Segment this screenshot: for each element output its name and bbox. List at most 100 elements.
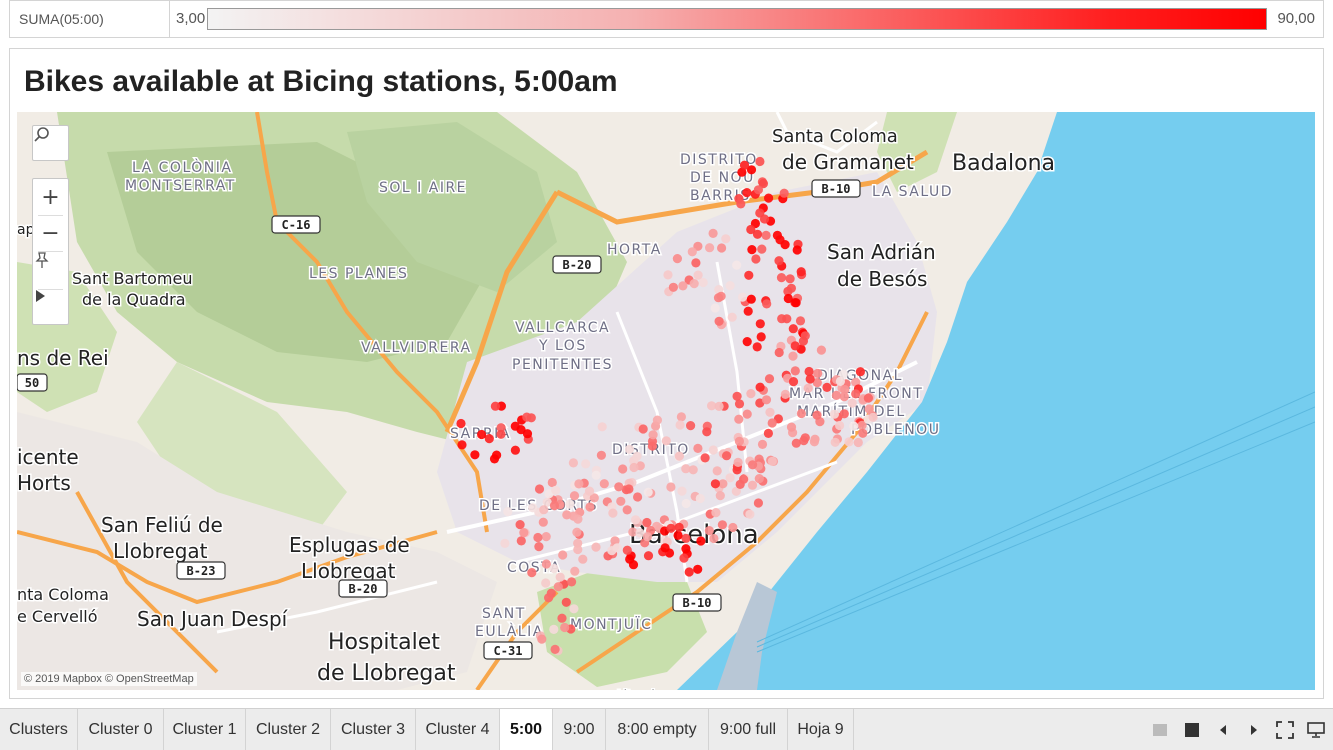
station-marker[interactable] [747,245,757,255]
station-marker[interactable] [835,376,846,386]
station-marker[interactable] [712,466,722,476]
station-marker[interactable] [629,462,639,473]
station-marker[interactable] [705,243,715,253]
station-marker[interactable] [625,554,635,564]
station-marker[interactable] [775,235,785,245]
station-marker[interactable] [693,270,703,280]
station-marker[interactable] [764,193,774,203]
station-marker[interactable] [855,367,866,377]
station-marker[interactable] [663,270,673,280]
station-marker[interactable] [717,243,727,253]
station-marker[interactable] [767,418,777,428]
station-marker[interactable] [538,517,548,527]
station-marker[interactable] [868,412,878,422]
station-marker[interactable] [858,428,868,438]
station-marker[interactable] [549,501,560,511]
station-marker[interactable] [829,409,840,419]
station-marker[interactable] [863,393,874,403]
station-marker[interactable] [743,306,753,316]
expand-toolbar-button[interactable] [33,289,68,325]
station-marker[interactable] [522,412,532,422]
next-icon[interactable] [1244,720,1264,740]
station-marker[interactable] [534,484,545,494]
station-marker[interactable] [652,415,663,425]
station-marker[interactable] [732,260,742,270]
station-marker[interactable] [761,395,772,405]
station-marker[interactable] [457,440,467,450]
station-marker[interactable] [736,199,746,209]
station-marker[interactable] [622,545,632,555]
station-marker[interactable] [568,458,579,468]
tab-cluster-2[interactable]: Cluster 2 [246,709,331,750]
station-marker[interactable] [714,401,724,411]
station-marker[interactable] [790,341,800,351]
station-marker[interactable] [757,244,767,254]
station-marker[interactable] [748,460,758,470]
station-marker[interactable] [791,298,801,308]
station-marker[interactable] [693,564,703,574]
station-marker[interactable] [763,428,774,438]
tab-cluster-4[interactable]: Cluster 4 [416,709,500,750]
station-marker[interactable] [555,572,565,582]
prev-icon[interactable] [1213,720,1233,740]
station-marker[interactable] [527,568,537,578]
station-marker[interactable] [616,496,626,506]
tab-5-00[interactable]: 5:00 [500,709,553,750]
station-marker[interactable] [672,254,683,264]
station-marker[interactable] [754,474,764,484]
station-marker[interactable] [822,382,832,392]
station-marker[interactable] [704,526,714,536]
station-marker[interactable] [687,247,697,257]
map-canvas[interactable]: Santa Colomade Gramanet BadalonaDISTRITOD… [17,112,1315,690]
tab-9-00-full[interactable]: 9:00 full [709,709,788,750]
station-marker[interactable] [456,418,466,429]
station-marker[interactable] [851,389,861,399]
station-marker[interactable] [713,293,724,303]
station-marker[interactable] [739,474,749,484]
station-marker[interactable] [788,324,798,334]
station-marker[interactable] [849,421,859,431]
station-marker[interactable] [549,624,559,635]
station-marker[interactable] [500,538,510,548]
station-marker[interactable] [812,410,822,420]
station-marker[interactable] [792,245,802,255]
station-marker[interactable] [541,532,551,542]
station-marker[interactable] [528,503,538,513]
station-marker[interactable] [725,281,735,291]
station-marker[interactable] [560,622,570,633]
station-marker[interactable] [751,254,761,264]
station-marker[interactable] [632,451,642,461]
station-marker[interactable] [734,414,744,424]
station-marker[interactable] [691,258,701,268]
station-marker[interactable] [578,554,588,564]
station-marker[interactable] [666,523,676,533]
station-marker[interactable] [756,332,766,342]
station-marker[interactable] [489,454,500,464]
station-marker[interactable] [745,509,755,519]
station-marker[interactable] [709,533,719,544]
station-marker[interactable] [795,316,806,326]
station-marker[interactable] [539,505,549,515]
station-marker[interactable] [597,422,607,432]
station-marker[interactable] [693,443,703,453]
station-marker[interactable] [783,293,793,304]
tab-9-00[interactable]: 9:00 [553,709,606,750]
pin-map-button[interactable] [33,251,68,287]
station-marker[interactable] [573,544,583,555]
station-marker[interactable] [686,421,696,431]
station-marker[interactable] [746,294,756,304]
station-marker[interactable] [681,498,691,509]
station-marker[interactable] [549,563,559,574]
station-marker[interactable] [675,420,685,430]
station-marker[interactable] [503,507,513,517]
station-marker[interactable] [759,214,770,224]
station-marker[interactable] [800,433,810,443]
station-marker[interactable] [596,450,607,460]
station-marker[interactable] [681,533,691,543]
station-marker[interactable] [522,429,533,439]
station-marker[interactable] [742,337,752,347]
station-marker[interactable] [599,479,609,489]
station-marker[interactable] [752,342,762,352]
station-marker[interactable] [631,515,641,525]
station-marker[interactable] [684,567,694,577]
